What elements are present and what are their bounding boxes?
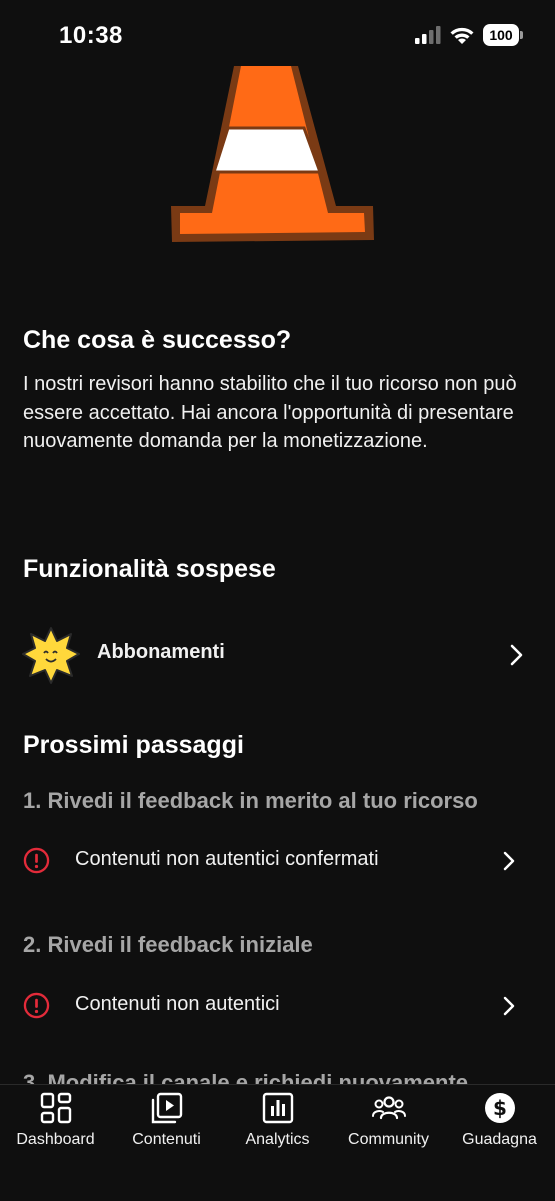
chevron-right-icon bbox=[510, 644, 523, 666]
what-happened-heading: Che cosa è successo? bbox=[23, 326, 292, 354]
nav-label: Guadagna bbox=[462, 1131, 537, 1148]
content-icon bbox=[151, 1092, 182, 1124]
next-steps-heading: Prossimi passaggi bbox=[23, 731, 244, 759]
wifi-icon bbox=[450, 27, 474, 44]
suspended-item-label: Abbonamenti bbox=[97, 641, 225, 663]
chevron-right-icon bbox=[503, 851, 515, 871]
nav-analytics[interactable]: Analytics bbox=[222, 1085, 333, 1165]
dollar-icon: $ bbox=[484, 1093, 515, 1123]
nav-dashboard[interactable]: Dashboard bbox=[0, 1085, 111, 1165]
analytics-icon bbox=[262, 1092, 293, 1124]
nav-label: Dashboard bbox=[16, 1131, 95, 1148]
suspended-features-heading: Funzionalità sospese bbox=[23, 555, 276, 583]
nav-label: Community bbox=[348, 1131, 429, 1148]
nav-label: Analytics bbox=[245, 1131, 310, 1148]
status-icons: 100 bbox=[415, 24, 523, 46]
svg-text:$: $ bbox=[493, 1096, 507, 1120]
step-1-title: 1. Rivedi il feedback in merito al tuo r… bbox=[23, 788, 478, 813]
star-badge-icon bbox=[22, 627, 80, 684]
step-1-item-label: Contenuti non autentici confermati bbox=[75, 848, 379, 870]
nav-community[interactable]: Community bbox=[333, 1085, 444, 1165]
nav-guadagna[interactable]: $ Guadagna bbox=[444, 1085, 555, 1165]
what-happened-description: I nostri revisori hanno stabilito che il… bbox=[23, 373, 517, 452]
step-2-title: 2. Rivedi il feedback iniziale bbox=[23, 932, 313, 957]
cellular-signal-icon bbox=[415, 26, 441, 44]
error-icon bbox=[23, 992, 50, 1019]
step-1-item[interactable]: Contenuti non autentici confermati bbox=[0, 840, 555, 882]
nav-label: Contenuti bbox=[132, 1131, 201, 1148]
chevron-right-icon bbox=[503, 996, 515, 1016]
step-2-item-label: Contenuti non autentici bbox=[75, 993, 280, 1015]
step-3-title: 3. Modifica il canale e richiedi nuovame… bbox=[23, 1070, 469, 1084]
status-time: 10:38 bbox=[59, 22, 123, 49]
status-bar: 10:38 100 bbox=[0, 0, 555, 70]
community-icon bbox=[371, 1096, 406, 1120]
battery-indicator: 100 bbox=[483, 24, 523, 46]
bottom-navigation: Dashboard Contenuti Analytics Community bbox=[0, 1084, 555, 1201]
traffic-cone-illustration bbox=[171, 66, 374, 242]
suspended-item-abbonamenti[interactable]: Abbonamenti bbox=[0, 626, 555, 684]
dashboard-icon bbox=[40, 1092, 71, 1124]
nav-contenuti[interactable]: Contenuti bbox=[111, 1085, 222, 1165]
error-icon bbox=[23, 847, 50, 874]
step-2-item[interactable]: Contenuti non autentici bbox=[0, 985, 555, 1027]
